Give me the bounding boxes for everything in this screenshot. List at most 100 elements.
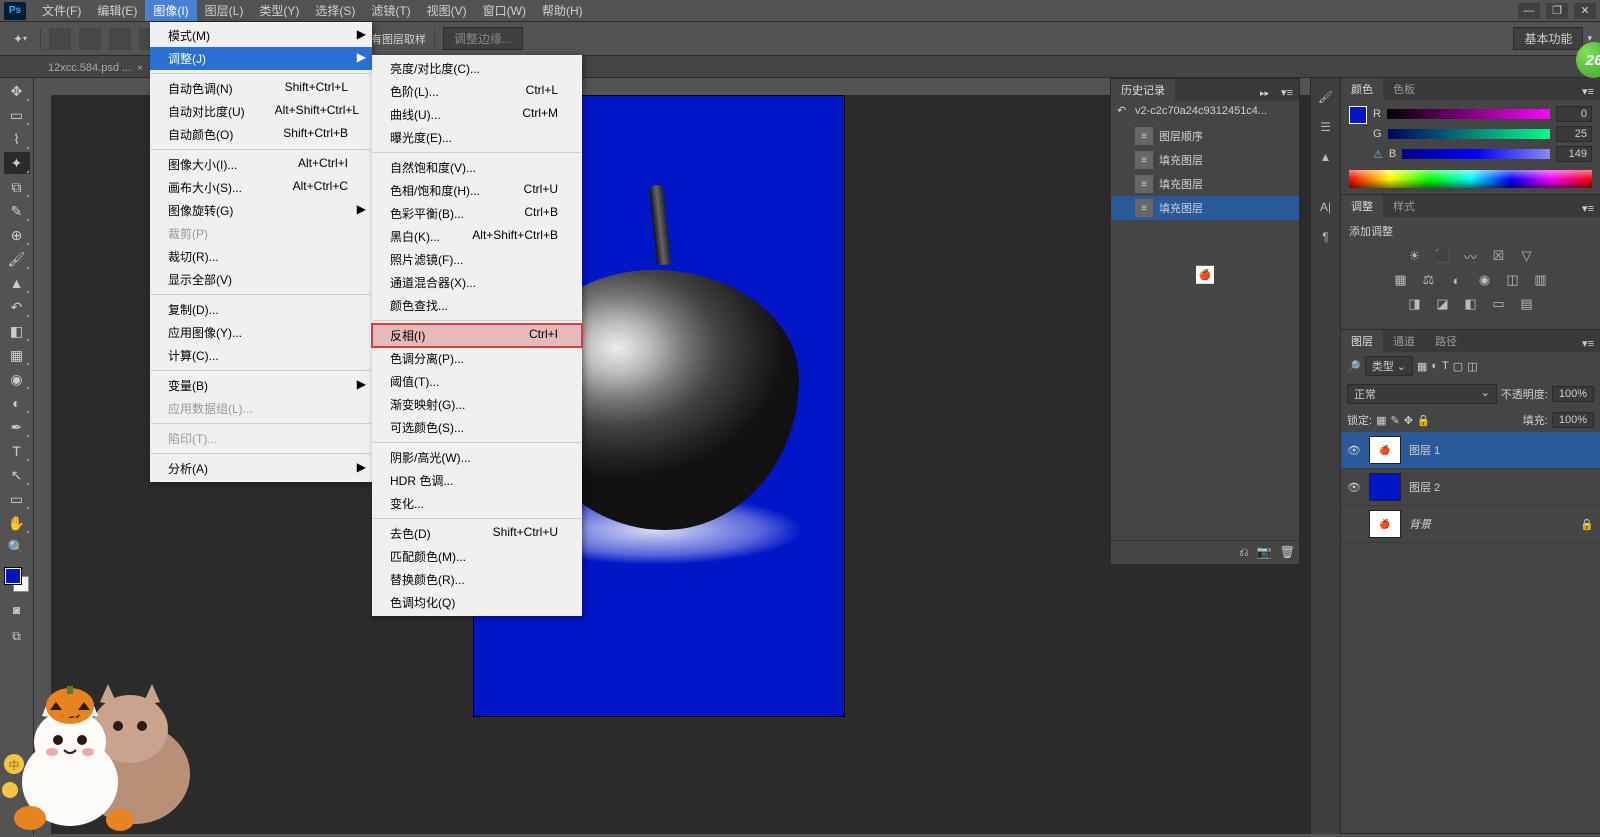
- blend-mode[interactable]: 正常⌄: [1347, 384, 1497, 404]
- mi-color-balance[interactable]: 色彩平衡(B)...Ctrl+B: [372, 202, 582, 225]
- layer-name[interactable]: 图层 2: [1409, 479, 1594, 495]
- menu-window[interactable]: 窗口(W): [475, 0, 534, 21]
- channels-tab[interactable]: 通道: [1383, 330, 1425, 352]
- swatches-tab[interactable]: 色板: [1383, 78, 1425, 100]
- maximize-button[interactable]: ❐: [1546, 3, 1568, 19]
- filter-type-icon[interactable]: T: [1442, 360, 1449, 372]
- mi-match-color[interactable]: 匹配颜色(M)...: [372, 545, 582, 568]
- crop-tool[interactable]: ⧉: [4, 176, 30, 198]
- threshold-icon[interactable]: ◧: [1461, 295, 1481, 313]
- filter-smart-icon[interactable]: ◫: [1467, 360, 1477, 373]
- filter-pixel-icon[interactable]: ▦: [1417, 360, 1427, 373]
- mi-color-lookup[interactable]: 颜色查找...: [372, 294, 582, 317]
- history-tab[interactable]: 历史记录: [1111, 79, 1175, 101]
- mi-auto-contrast[interactable]: 自动对比度(U)Alt+Shift+Ctrl+L: [150, 100, 372, 123]
- mi-curves[interactable]: 曲线(U)...Ctrl+M: [372, 103, 582, 126]
- mi-replace-color[interactable]: 替换颜色(R)...: [372, 568, 582, 591]
- layer-name[interactable]: 背景: [1409, 516, 1572, 532]
- mi-threshold[interactable]: 阈值(T)...: [372, 370, 582, 393]
- layers-tab[interactable]: 图层: [1341, 330, 1383, 352]
- zoom-tool[interactable]: 🔍: [4, 536, 30, 558]
- shape-tool[interactable]: ▭: [4, 488, 30, 510]
- menu-image[interactable]: 图像(I): [145, 0, 196, 21]
- mi-reveal-all[interactable]: 显示全部(V): [150, 268, 372, 291]
- visibility-icon[interactable]: 👁: [1347, 444, 1361, 457]
- type-tool[interactable]: T: [4, 440, 30, 462]
- lock-all-icon[interactable]: 🔒: [1417, 414, 1431, 427]
- snapshot-icon[interactable]: 📷: [1257, 545, 1272, 560]
- color-spectrum[interactable]: [1349, 170, 1592, 188]
- selection-new-icon[interactable]: [49, 28, 71, 50]
- panel-menu-icon[interactable]: ▾≡: [1576, 200, 1600, 217]
- panel-menu-icon[interactable]: ▾≡: [1576, 335, 1600, 352]
- mi-image-rotation[interactable]: 图像旋转(G)▶: [150, 199, 372, 222]
- levels-icon[interactable]: ⬛: [1433, 247, 1453, 265]
- color-swatches[interactable]: [3, 566, 31, 594]
- mi-exposure[interactable]: 曝光度(E)...: [372, 126, 582, 149]
- color-tab[interactable]: 颜色: [1341, 78, 1383, 100]
- filter-adj-icon[interactable]: ◐: [1431, 360, 1438, 372]
- posterize-icon[interactable]: ◪: [1433, 295, 1453, 313]
- selective-color-icon[interactable]: ▤: [1517, 295, 1537, 313]
- mi-auto-tone[interactable]: 自动色调(N)Shift+Ctrl+L: [150, 77, 372, 100]
- history-brush-source-icon[interactable]: ↶: [1117, 104, 1129, 117]
- mi-photo-filter[interactable]: 照片滤镜(F)...: [372, 248, 582, 271]
- mi-auto-color[interactable]: 自动颜色(O)Shift+Ctrl+B: [150, 123, 372, 146]
- trash-icon[interactable]: 🗑: [1280, 545, 1295, 560]
- mi-invert[interactable]: 反相(I)Ctrl+I: [372, 324, 582, 347]
- vibrance-icon[interactable]: ▽: [1517, 247, 1537, 265]
- curves-icon[interactable]: 〰: [1461, 247, 1481, 265]
- black-white-icon[interactable]: ◐: [1447, 271, 1467, 289]
- panel-menu-icon[interactable]: ▾≡: [1275, 84, 1299, 101]
- minimize-button[interactable]: —: [1518, 3, 1540, 19]
- stamp-tool[interactable]: ▲: [4, 272, 30, 294]
- eraser-tool[interactable]: ◧: [4, 320, 30, 342]
- mi-variations[interactable]: 变化...: [372, 492, 582, 515]
- r-value[interactable]: 0: [1556, 106, 1592, 122]
- channel-mixer-icon[interactable]: ◫: [1503, 271, 1523, 289]
- mi-desaturate[interactable]: 去色(D)Shift+Ctrl+U: [372, 522, 582, 545]
- visibility-icon[interactable]: 👁: [1347, 481, 1361, 494]
- lock-pixels-icon[interactable]: ▦: [1376, 414, 1386, 427]
- layer-row[interactable]: 👁 🍎 图层 1: [1341, 432, 1600, 469]
- lasso-tool[interactable]: ⌇: [4, 128, 30, 150]
- color-fg-bg[interactable]: [1349, 106, 1367, 166]
- mi-channel-mixer[interactable]: 通道混合器(X)...: [372, 271, 582, 294]
- gradient-map-icon[interactable]: ▭: [1489, 295, 1509, 313]
- lock-move-icon[interactable]: ✥: [1404, 414, 1413, 427]
- character-icon[interactable]: A|: [1315, 196, 1337, 218]
- g-value[interactable]: 25: [1556, 126, 1592, 142]
- history-state[interactable]: ≡填充图层: [1111, 148, 1299, 172]
- mi-brightness-contrast[interactable]: 亮度/对比度(C)...: [372, 57, 582, 80]
- adjustments-tab[interactable]: 调整: [1341, 195, 1383, 217]
- menu-view[interactable]: 视图(V): [419, 0, 475, 21]
- color-lookup-icon[interactable]: ▥: [1531, 271, 1551, 289]
- mi-duplicate[interactable]: 复制(D)...: [150, 298, 372, 321]
- mi-image-size[interactable]: 图像大小(I)...Alt+Ctrl+I: [150, 153, 372, 176]
- paragraph-icon[interactable]: ¶: [1315, 226, 1337, 248]
- g-slider[interactable]: [1388, 129, 1550, 139]
- menu-edit[interactable]: 编辑(E): [89, 0, 145, 21]
- invert-icon[interactable]: ◨: [1405, 295, 1425, 313]
- layer-row[interactable]: 🍎 背景 🔒: [1341, 506, 1600, 543]
- brush-presets-icon[interactable]: ☰: [1315, 116, 1337, 138]
- b-slider[interactable]: [1402, 149, 1550, 159]
- workspace-switcher[interactable]: 基本功能: [1513, 27, 1583, 50]
- move-tool[interactable]: ✥: [4, 80, 30, 102]
- dodge-tool[interactable]: ◐: [4, 392, 30, 414]
- new-doc-from-state-icon[interactable]: ⎌: [1239, 545, 1249, 560]
- quick-mask-toggle[interactable]: ◙: [4, 600, 30, 620]
- mi-mode[interactable]: 模式(M)▶: [150, 24, 372, 47]
- history-state[interactable]: ≡填充图层: [1111, 172, 1299, 196]
- path-select-tool[interactable]: ↖: [4, 464, 30, 486]
- mi-variables[interactable]: 变量(B)▶: [150, 374, 372, 397]
- menu-file[interactable]: 文件(F): [34, 0, 89, 21]
- mi-gradient-map[interactable]: 渐变映射(G)...: [372, 393, 582, 416]
- clone-source-icon[interactable]: ▲: [1315, 146, 1337, 168]
- pen-tool[interactable]: ✒: [4, 416, 30, 438]
- b-value[interactable]: 149: [1556, 146, 1592, 162]
- history-state[interactable]: ≡填充图层: [1111, 196, 1299, 220]
- eyedropper-tool[interactable]: ✎: [4, 200, 30, 222]
- blur-tool[interactable]: ◉: [4, 368, 30, 390]
- mi-posterize[interactable]: 色调分离(P)...: [372, 347, 582, 370]
